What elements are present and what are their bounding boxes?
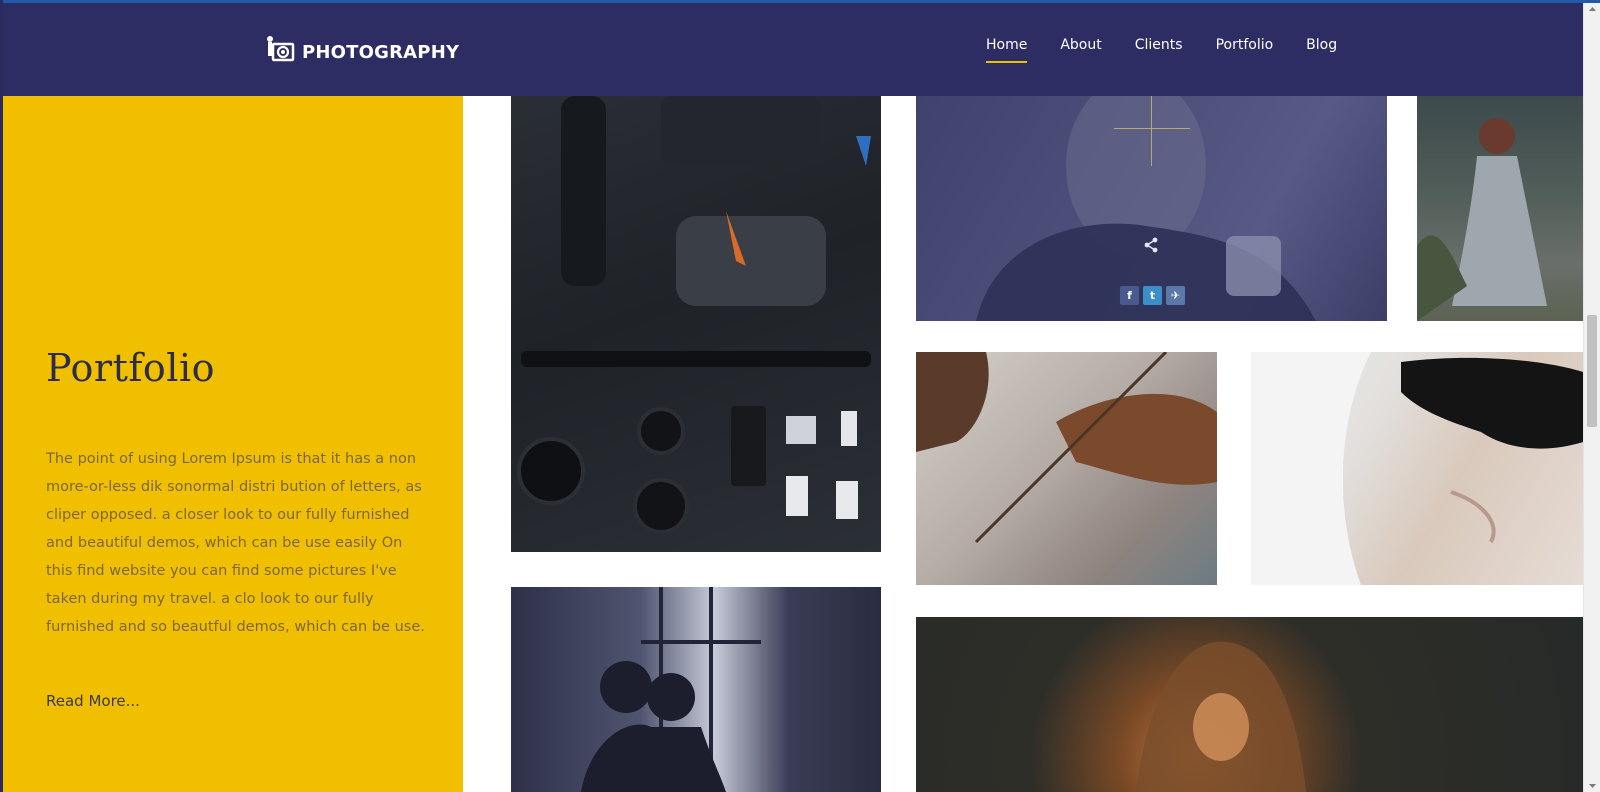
photo-camera-gear[interactable] bbox=[511, 96, 881, 552]
nav-item-about[interactable]: About bbox=[1060, 37, 1101, 57]
scroll-down-arrow-icon[interactable] bbox=[1588, 781, 1597, 790]
photo-violinist[interactable] bbox=[916, 352, 1217, 585]
photo-woman-sitting-in-grass[interactable] bbox=[1417, 96, 1583, 321]
facebook-icon[interactable]: f bbox=[1120, 286, 1139, 305]
photo-man-in-hood-sunglasses[interactable] bbox=[1251, 352, 1583, 585]
nav-item-clients[interactable]: Clients bbox=[1135, 37, 1183, 57]
share-icon[interactable] bbox=[1143, 237, 1159, 257]
portfolio-description: The point of using Lorem Ipsum is that i… bbox=[46, 451, 425, 635]
nav-item-portfolio[interactable]: Portfolio bbox=[1216, 37, 1274, 57]
brand-logo[interactable]: PHOTOGRAPHY bbox=[266, 33, 459, 65]
vertical-scrollbar[interactable] bbox=[1583, 3, 1600, 792]
scrollbar-thumb[interactable] bbox=[1587, 315, 1597, 427]
hover-crosshair-horizontal bbox=[1114, 128, 1190, 129]
portfolio-title: Portfolio bbox=[46, 346, 215, 390]
photo-couple-silhouette-window[interactable] bbox=[511, 587, 881, 792]
brand-name: PHOTOGRAPHY bbox=[302, 42, 460, 63]
social-share-buttons: f t ✈ bbox=[1120, 286, 1185, 305]
top-navbar: PHOTOGRAPHY Home About Clients Portfolio… bbox=[3, 3, 1583, 96]
scroll-up-arrow-icon[interactable] bbox=[1588, 5, 1597, 14]
camera-icon bbox=[266, 35, 296, 65]
main-nav: Home About Clients Portfolio Blog bbox=[986, 3, 1370, 96]
telegram-icon[interactable]: ✈ bbox=[1166, 286, 1185, 305]
hover-crosshair-vertical bbox=[1151, 96, 1152, 166]
nav-item-home[interactable]: Home bbox=[986, 37, 1028, 63]
read-more-link[interactable]: Read More... bbox=[46, 692, 140, 710]
photo-girl-in-warm-light[interactable] bbox=[916, 617, 1583, 792]
twitter-icon[interactable]: t bbox=[1143, 286, 1162, 305]
portfolio-intro-panel: Portfolio The point of using Lorem Ipsum… bbox=[3, 96, 463, 792]
nav-item-blog[interactable]: Blog bbox=[1306, 37, 1337, 57]
